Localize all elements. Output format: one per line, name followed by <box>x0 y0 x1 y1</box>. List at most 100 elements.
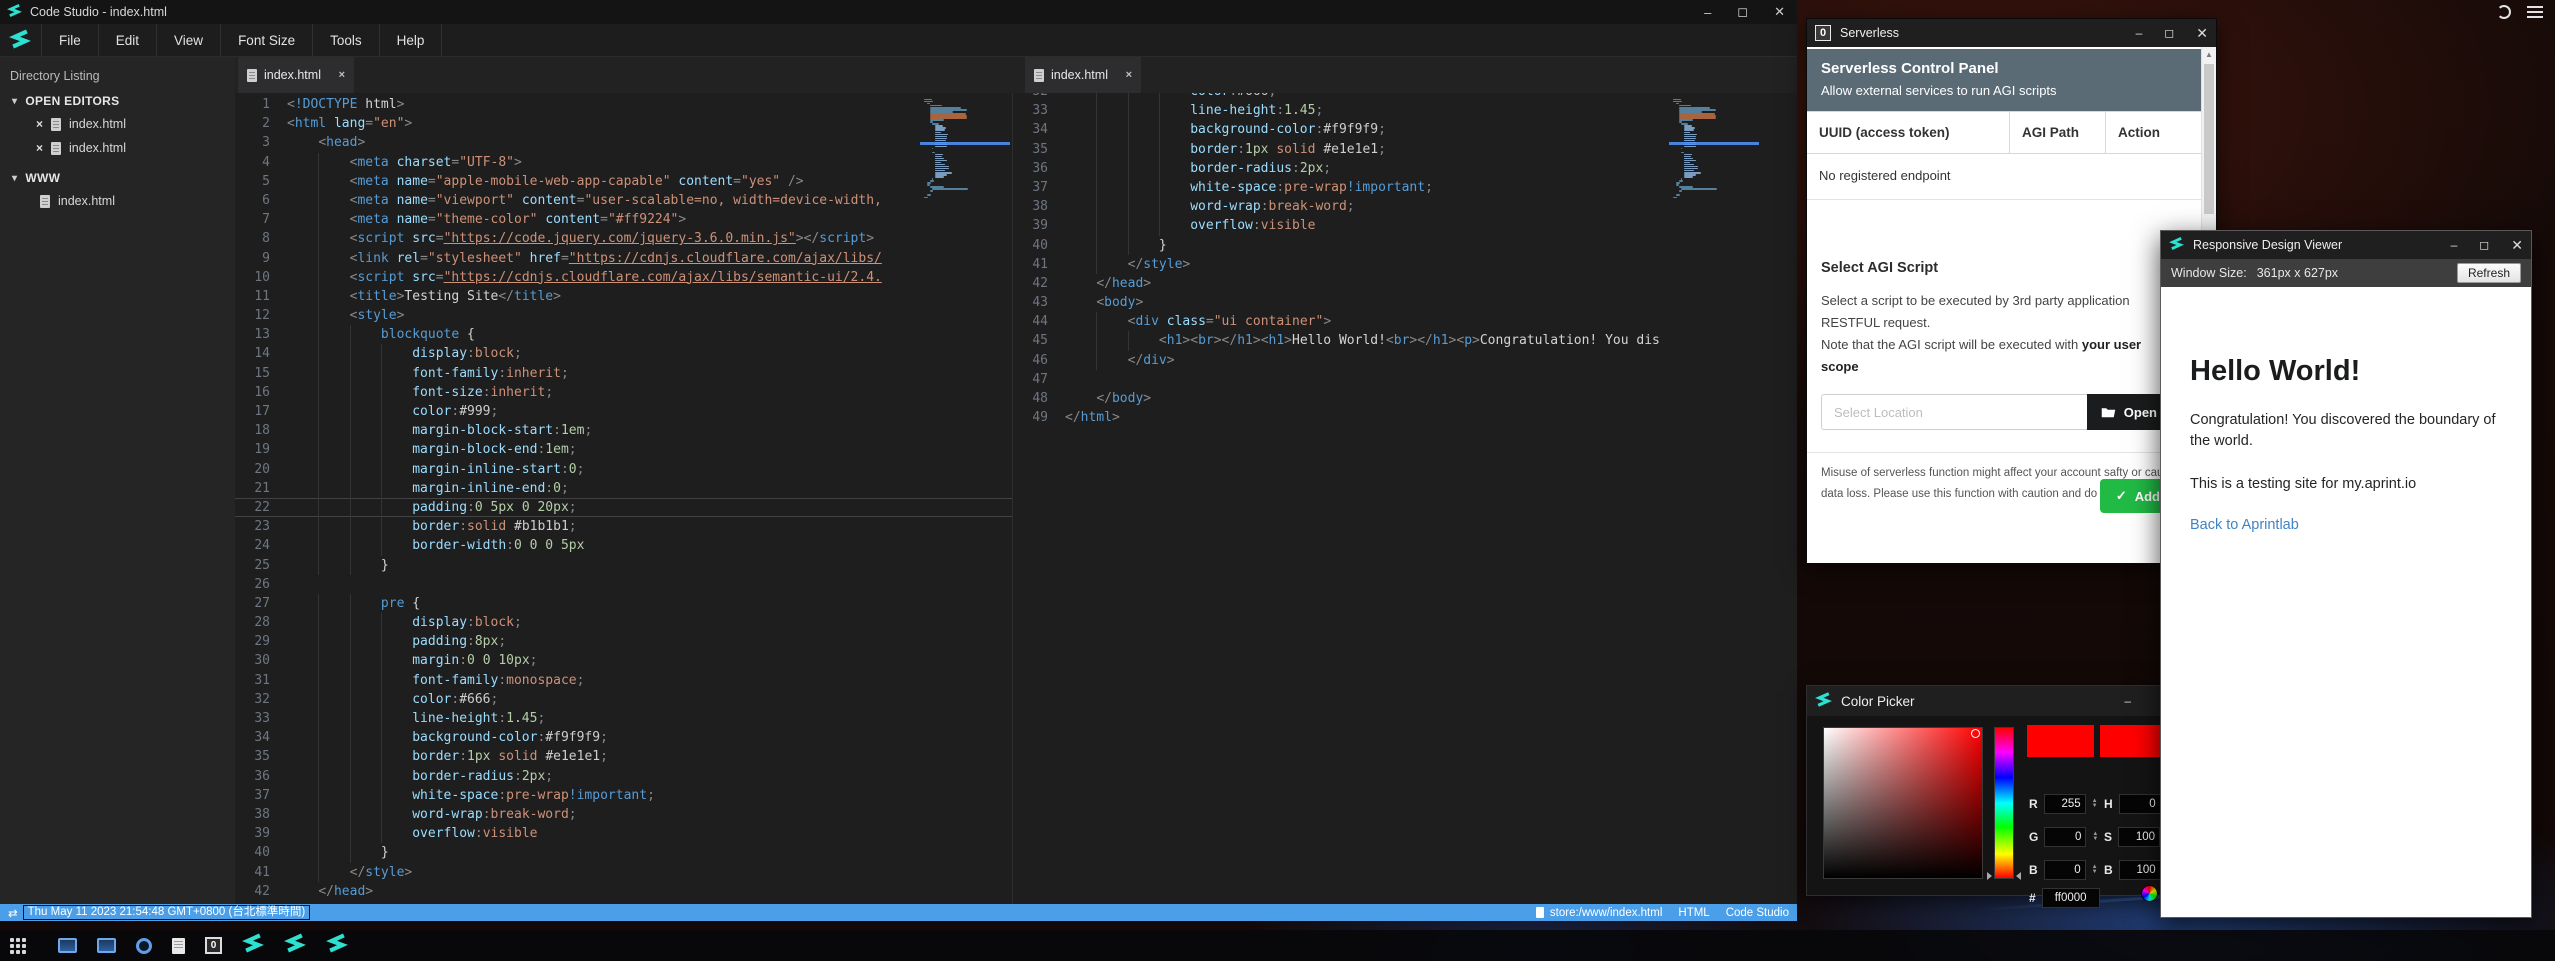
menu-help[interactable]: Help <box>379 24 443 56</box>
open-editor-item[interactable]: × index.html <box>0 136 235 160</box>
code-line[interactable]: 37 white-space:pre-wrap!important; <box>235 786 1012 805</box>
app-grid-icon[interactable] <box>10 938 26 954</box>
back-link[interactable]: Back to Aprintlab <box>2190 517 2531 533</box>
menu-tools[interactable]: Tools <box>312 24 379 56</box>
close-icon[interactable]: × <box>36 117 43 131</box>
menu-file[interactable]: File <box>41 24 98 56</box>
open-editor-item[interactable]: × index.html <box>0 112 235 136</box>
close-icon[interactable]: × <box>339 69 345 81</box>
maximize-button[interactable]: ◻ <box>1737 4 1748 20</box>
code-line[interactable]: 26 <box>235 575 1012 594</box>
close-icon[interactable]: × <box>36 141 43 155</box>
code-line[interactable]: 21 margin-inline-end:0; <box>235 479 1012 498</box>
code-line[interactable]: 6 <meta name="viewport" content="user-sc… <box>235 191 1012 210</box>
refresh-icon[interactable] <box>2497 5 2511 19</box>
code-line[interactable]: 16 font-size:inherit; <box>235 383 1012 402</box>
code-line[interactable]: 18 margin-block-start:1em; <box>235 421 1012 440</box>
code-line[interactable]: 32 color:#666; <box>235 690 1012 709</box>
saturation-value-field[interactable] <box>1823 727 1983 879</box>
code-line[interactable]: 8 <script src="https://code.jquery.com/j… <box>235 229 1012 248</box>
code-area[interactable]: 1<!DOCTYPE html>2<html lang="en">3 <head… <box>235 95 1012 901</box>
minimize-button[interactable]: – <box>2451 238 2458 252</box>
minimize-button[interactable]: – <box>2124 694 2131 708</box>
code-line[interactable]: 14 display:block; <box>235 344 1012 363</box>
code-line[interactable]: 41 </style> <box>1013 255 1797 274</box>
minimize-button[interactable]: – <box>1704 5 1711 20</box>
color-wheel-icon[interactable] <box>2141 885 2158 902</box>
code-line[interactable]: 39 overflow:visible <box>1013 216 1797 235</box>
saturation-value-input[interactable]: 100 <box>2118 827 2160 847</box>
close-button[interactable]: ✕ <box>2196 25 2208 42</box>
stepper-icon[interactable]: ▲▼ <box>2092 799 2098 809</box>
code-line[interactable]: 46 </div> <box>1013 351 1797 370</box>
code-line[interactable]: 27 pre { <box>235 594 1012 613</box>
code-line[interactable]: 40 } <box>1013 236 1797 255</box>
code-line[interactable]: 11 <title>Testing Site</title> <box>235 287 1012 306</box>
minimap[interactable] <box>1673 97 1757 199</box>
code-line[interactable]: 35 border:1px solid #e1e1e1; <box>235 747 1012 766</box>
color-picker-title-bar[interactable]: Color Picker – ◻ <box>1807 686 2179 716</box>
code-line[interactable]: 3 <head> <box>235 133 1012 152</box>
hue-value-input[interactable]: 0 <box>2119 794 2161 814</box>
menu-view[interactable]: View <box>156 24 220 56</box>
search-icon[interactable] <box>136 938 152 954</box>
code-line[interactable]: 19 margin-block-end:1em; <box>235 440 1012 459</box>
minimap-viewport-marker[interactable] <box>1669 142 1759 145</box>
viewer-title-bar[interactable]: Responsive Design Viewer – ◻ ✕ <box>2161 231 2531 259</box>
code-line[interactable]: 10 <script src="https://cdnjs.cloudflare… <box>235 268 1012 287</box>
code-studio-taskbar-icon[interactable] <box>242 932 264 959</box>
code-line[interactable]: 5 <meta name="apple-mobile-web-app-capab… <box>235 172 1012 191</box>
code-line[interactable]: 43 <body> <box>1013 293 1797 312</box>
color-selector-ring[interactable] <box>1971 729 1980 738</box>
blue-value-input[interactable]: 0 <box>2044 860 2086 880</box>
code-line[interactable]: 4 <meta charset="UTF-8"> <box>235 153 1012 172</box>
code-line[interactable]: 33 line-height:1.45; <box>235 709 1012 728</box>
minimap[interactable] <box>924 97 1008 199</box>
stepper-icon[interactable]: ▲▼ <box>2092 832 2098 842</box>
green-value-input[interactable]: 0 <box>2044 827 2086 847</box>
section-www[interactable]: ▾ WWW <box>0 160 235 189</box>
code-line[interactable]: 17 color:#999; <box>235 402 1012 421</box>
scroll-up-icon[interactable]: ▲ <box>2202 47 2216 62</box>
title-bar[interactable]: Code Studio - index.html – ◻ ✕ <box>0 0 1797 24</box>
open-button[interactable]: Open <box>2087 394 2171 430</box>
red-value-input[interactable]: 255 <box>2044 794 2086 814</box>
code-line[interactable]: 38 word-wrap:break-word; <box>235 805 1012 824</box>
menu-icon[interactable] <box>2527 6 2543 18</box>
close-button[interactable]: ✕ <box>2511 237 2523 254</box>
code-line[interactable]: 13 blockquote { <box>235 325 1012 344</box>
maximize-button[interactable]: ◻ <box>2164 26 2174 40</box>
hex-value-input[interactable]: ff0000 <box>2042 888 2100 908</box>
code-line[interactable]: 36 border-radius:2px; <box>235 767 1012 786</box>
code-line[interactable]: 29 padding:8px; <box>235 632 1012 651</box>
code-line[interactable]: 41 </style> <box>235 863 1012 882</box>
code-line[interactable]: 23 border:solid #b1b1b1; <box>235 517 1012 536</box>
code-line[interactable]: 42 </head> <box>1013 274 1797 293</box>
serverless-title-bar[interactable]: 0 Serverless – ◻ ✕ <box>1807 19 2216 47</box>
editor-pane-left[interactable]: 1<!DOCTYPE html>2<html lang="en">3 <head… <box>235 93 1012 904</box>
code-line[interactable]: 7 <meta name="theme-color" content="#ff9… <box>235 210 1012 229</box>
section-open-editors[interactable]: ▾ OPEN EDITORS <box>0 83 235 112</box>
window-icon[interactable] <box>58 938 77 953</box>
serverless-app-icon[interactable]: 0 <box>205 937 222 954</box>
tab-index-html-left[interactable]: index.html × <box>238 57 354 93</box>
code-line[interactable]: 20 margin-inline-start:0; <box>235 460 1012 479</box>
minimap-viewport-marker[interactable] <box>920 142 1010 145</box>
code-line[interactable]: 1<!DOCTYPE html> <box>235 95 1012 114</box>
code-line[interactable]: 44 <div class="ui container"> <box>1013 312 1797 331</box>
scrollbar-thumb[interactable] <box>2204 64 2214 214</box>
code-line[interactable]: 15 font-family:inherit; <box>235 364 1012 383</box>
code-line[interactable]: 38 word-wrap:break-word; <box>1013 197 1797 216</box>
code-line[interactable]: 39 overflow:visible <box>235 824 1012 843</box>
script-location-input[interactable] <box>1821 394 2087 430</box>
code-line[interactable]: 12 <style> <box>235 306 1012 325</box>
code-line[interactable]: 45 <h1><br></h1><h1>Hello World!<br></h1… <box>1013 331 1797 350</box>
brightness-value-input[interactable]: 100 <box>2119 860 2161 880</box>
code-line[interactable]: 40 } <box>235 843 1012 862</box>
tab-index-html-right[interactable]: index.html × <box>1025 57 1141 93</box>
stepper-icon[interactable]: ▲▼ <box>2092 865 2098 875</box>
tree-item-index[interactable]: index.html <box>0 189 235 213</box>
menu-font-size[interactable]: Font Size <box>220 24 312 56</box>
close-button[interactable]: ✕ <box>1774 4 1785 20</box>
code-studio-taskbar-icon[interactable] <box>284 932 306 959</box>
